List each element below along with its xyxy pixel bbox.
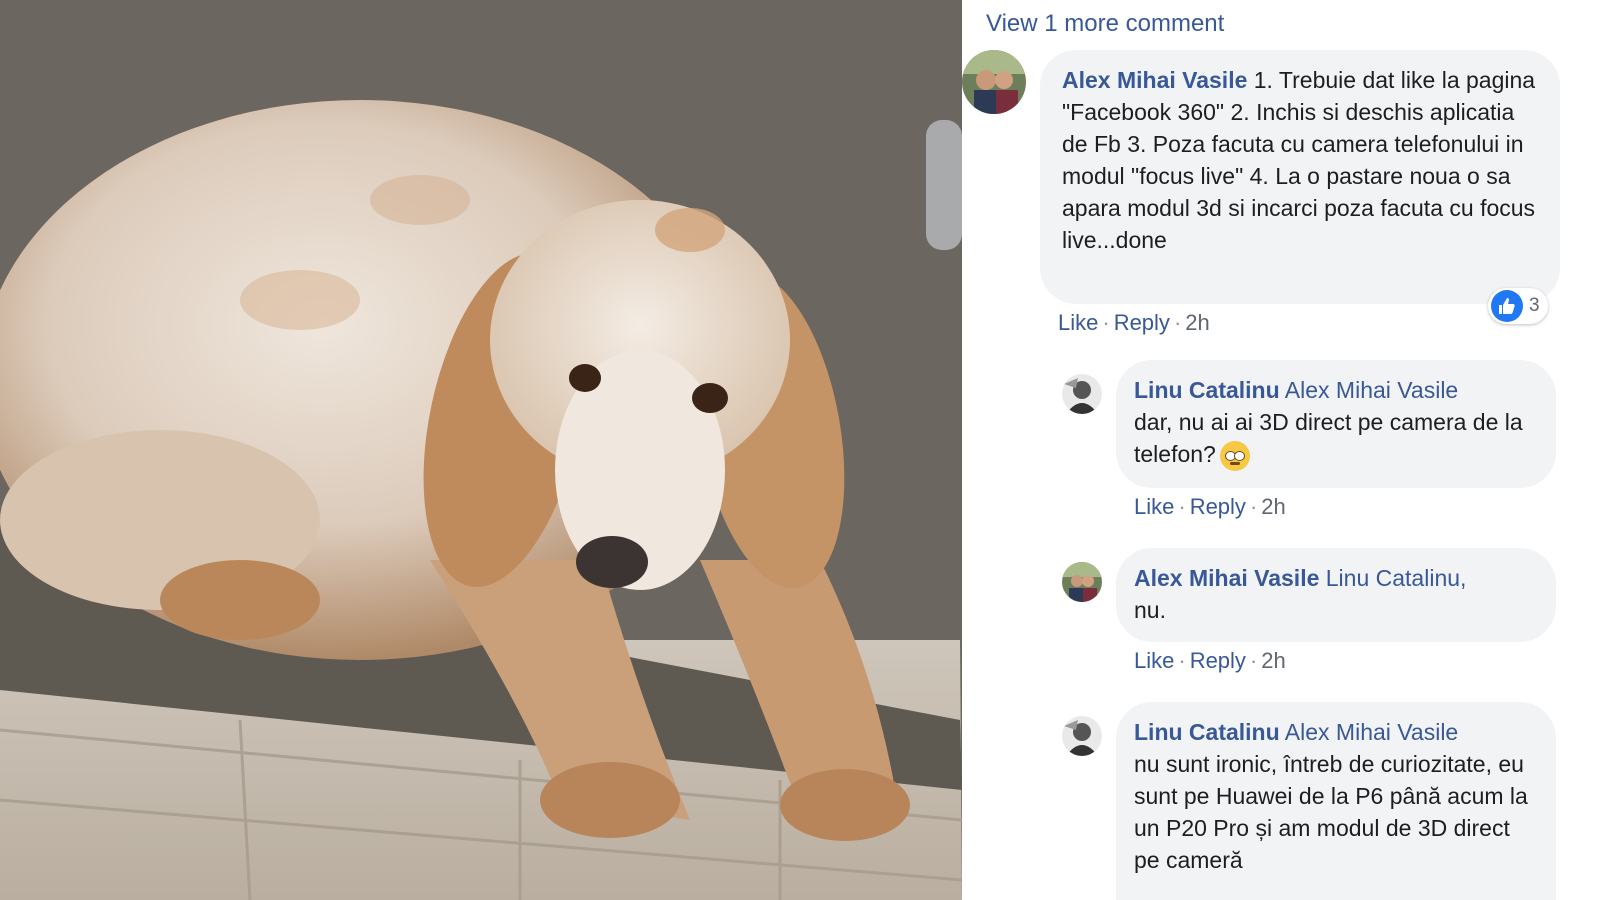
avatar[interactable] bbox=[1062, 716, 1102, 756]
avatar-alex-mihai-vasile bbox=[1062, 562, 1102, 602]
like-link[interactable]: Like bbox=[1134, 494, 1174, 519]
comment-mention[interactable]: Alex Mihai Vasile bbox=[1285, 719, 1458, 745]
comment-author[interactable]: Linu Catalinu bbox=[1134, 719, 1280, 745]
comment-timestamp[interactable]: 2h bbox=[1185, 310, 1209, 335]
comment-text: 1. Trebuie dat like la pagina "Facebook … bbox=[1062, 67, 1536, 253]
comment-timestamp[interactable]: 2h bbox=[1261, 648, 1285, 673]
comment-text: nu sunt ironic, întreb de curiozitate, e… bbox=[1134, 751, 1528, 873]
like-link[interactable]: Like bbox=[1058, 310, 1098, 335]
comment-actions: Like · Reply · 2h bbox=[1058, 310, 1210, 335]
reply-link[interactable]: Reply bbox=[1190, 648, 1246, 673]
dog-photo-image bbox=[0, 0, 962, 900]
comment-timestamp[interactable]: 2h bbox=[1261, 494, 1285, 519]
comment-mention[interactable]: Alex Mihai Vasile bbox=[1285, 377, 1458, 403]
view-more-comments-link[interactable]: View 1 more comment bbox=[986, 10, 1224, 38]
comment-bubble: Linu Catalinu Alex Mihai Vasile nu sunt … bbox=[1116, 702, 1556, 900]
comment-bubble: Alex Mihai Vasile 1. Trebuie dat like la… bbox=[1040, 50, 1560, 304]
post-photo[interactable] bbox=[0, 0, 962, 900]
avatar[interactable] bbox=[1062, 374, 1102, 414]
comment-actions: Like · Reply · 2h bbox=[1134, 648, 1286, 673]
avatar-linu-catalinu bbox=[1062, 374, 1102, 414]
comment-mention[interactable]: Linu Catalinu, bbox=[1326, 565, 1467, 591]
thumbs-up-icon bbox=[1491, 290, 1523, 322]
reaction-summary[interactable]: 3 bbox=[1488, 288, 1548, 324]
rolling-eyes-emoji-icon bbox=[1219, 440, 1250, 471]
avatar-alex-mihai-vasile bbox=[962, 50, 1026, 114]
comment-author[interactable]: Linu Catalinu bbox=[1134, 377, 1280, 403]
comment-bubble: Alex Mihai Vasile Linu Catalinu, nu. bbox=[1116, 548, 1556, 642]
avatar-linu-catalinu bbox=[1062, 716, 1102, 756]
avatar[interactable] bbox=[962, 50, 1026, 114]
comment-author[interactable]: Alex Mihai Vasile bbox=[1062, 67, 1247, 93]
comment-actions: Like · Reply · 2h bbox=[1134, 494, 1286, 519]
like-link[interactable]: Like bbox=[1134, 648, 1174, 673]
reaction-count: 3 bbox=[1529, 295, 1540, 316]
comment-bubble: Linu Catalinu Alex Mihai Vasile dar, nu … bbox=[1116, 360, 1556, 488]
comment-text: nu. bbox=[1134, 597, 1166, 623]
comment-author[interactable]: Alex Mihai Vasile bbox=[1134, 565, 1319, 591]
comment-text: dar, nu ai ai 3D direct pe camera de la … bbox=[1134, 409, 1523, 467]
avatar[interactable] bbox=[1062, 562, 1102, 602]
reply-link[interactable]: Reply bbox=[1190, 494, 1246, 519]
reply-link[interactable]: Reply bbox=[1114, 310, 1170, 335]
comments-panel: View 1 more comment Alex Mihai Vasile 1.… bbox=[962, 0, 1600, 900]
